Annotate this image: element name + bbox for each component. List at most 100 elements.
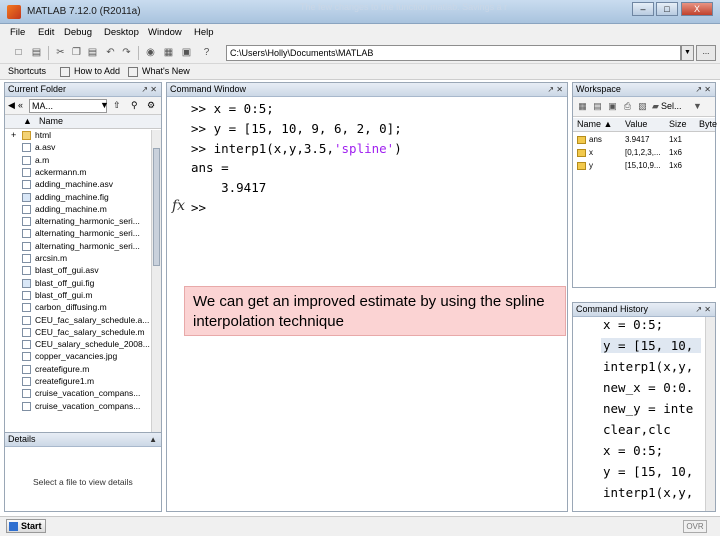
history-item[interactable]: new_x = 0:0. <box>603 380 693 395</box>
history-item[interactable]: y = [15, 10, <box>601 338 701 353</box>
command-prompt[interactable]: >> <box>191 200 206 215</box>
workspace-variable-row[interactable]: x [0,1,2,3,... 1x6 <box>573 147 715 159</box>
copy-icon[interactable]: ❐ <box>70 46 83 59</box>
back-arrow-icon[interactable]: ◀ <box>8 100 15 111</box>
name-column-header[interactable]: Name ▲ <box>577 119 612 129</box>
save-icon[interactable]: ▣ <box>606 100 619 113</box>
fx-icon[interactable]: fx <box>172 198 185 214</box>
name-column-header[interactable]: Name <box>39 116 63 126</box>
current-folder-path[interactable]: MA... <box>29 99 107 113</box>
file-list-item[interactable]: createfigure1.m <box>5 376 151 387</box>
current-directory-input[interactable]: C:\Users\Holly\Documents\MATLAB <box>226 45 681 61</box>
simulink-icon[interactable]: ◉ <box>144 46 157 59</box>
whats-new-link[interactable]: What's New <box>142 66 190 76</box>
file-list-item[interactable]: CEU_salary_schedule_2008... <box>5 339 151 350</box>
bytes-column-header[interactable]: Byte <box>699 119 717 129</box>
open-variable-icon[interactable]: ▤ <box>591 100 604 113</box>
redo-icon[interactable]: ↷ <box>120 46 133 59</box>
file-list-item[interactable]: carbon_diffusing.m <box>5 302 151 313</box>
sort-icon[interactable]: ▲ <box>23 116 32 126</box>
size-column-header[interactable]: Size <box>669 119 687 129</box>
file-name: blast_off_gui.fig <box>35 277 95 288</box>
file-list-item[interactable]: cruise_vacation_compans... <box>5 388 151 399</box>
panel-controls-icon[interactable]: ↗ ✕ <box>547 83 563 96</box>
file-list-item[interactable]: alternating_harmonic_seri... <box>5 228 151 239</box>
panel-controls-icon[interactable]: ↗ ✕ <box>695 83 711 96</box>
workspace-variable-row[interactable]: y [15,10,9... 1x6 <box>573 160 715 172</box>
history-item[interactable]: interp1(x,y, <box>603 485 693 500</box>
file-list-item[interactable]: blast_off_gui.asv <box>5 265 151 276</box>
new-file-icon[interactable]: □ <box>12 46 25 59</box>
file-list-item[interactable]: CEU_fac_salary_schedule.a... <box>5 315 151 326</box>
value-column-header[interactable]: Value <box>625 119 647 129</box>
file-list-item[interactable]: CEU_fac_salary_schedule.m <box>5 327 151 338</box>
maximize-button[interactable]: □ <box>656 2 678 16</box>
path-dropdown-icon[interactable]: ▼ <box>100 100 109 110</box>
cut-icon[interactable]: ✂ <box>54 46 67 59</box>
file-list-item[interactable]: blast_off_gui.m <box>5 290 151 301</box>
delete-icon[interactable]: ▧ <box>636 100 649 113</box>
history-item[interactable]: x = 0:5; <box>603 317 663 332</box>
file-list-item[interactable]: blast_off_gui.fig <box>5 278 151 289</box>
command-history-title: Command History <box>576 304 649 314</box>
double-chevron-icon[interactable]: « <box>18 100 23 110</box>
gear-icon[interactable]: ⚙ <box>147 100 155 111</box>
file-list-item[interactable]: ackermann.m <box>5 167 151 178</box>
menu-file[interactable]: File <box>10 27 25 38</box>
file-list-item[interactable]: adding_machine.fig <box>5 192 151 203</box>
select-dropdown-icon[interactable]: ▼ <box>691 100 704 113</box>
details-expand-icon[interactable]: ▲ <box>149 433 157 446</box>
file-list-item[interactable]: adding_machine.asv <box>5 179 151 190</box>
undo-icon[interactable]: ↶ <box>104 46 117 59</box>
history-item[interactable]: clear,clc <box>603 422 671 437</box>
command-history-panel: Command History ↗ ✕ x = 0:5; y = [15, 10,… <box>572 302 716 512</box>
file-name: html <box>35 130 52 140</box>
file-name: CEU_fac_salary_schedule.m <box>35 326 145 337</box>
up-folder-icon[interactable]: ⇧ <box>113 100 121 111</box>
command-prefix: >> <box>191 141 214 156</box>
history-item[interactable]: new_y = inte <box>603 401 693 416</box>
start-button[interactable]: Start <box>6 519 46 533</box>
file-icon <box>22 303 31 313</box>
menu-help[interactable]: Help <box>194 27 214 38</box>
menu-window[interactable]: Window <box>148 27 182 38</box>
history-item[interactable]: x = 0:5; <box>603 443 663 458</box>
panel-controls-icon[interactable]: ↗ ✕ <box>141 83 157 96</box>
help-icon[interactable]: ? <box>200 46 213 59</box>
file-list-item[interactable]: createfigure.m <box>5 364 151 375</box>
new-variable-icon[interactable]: ▦ <box>576 100 589 113</box>
browse-folder-button[interactable]: ... <box>696 45 716 61</box>
file-list-item[interactable]: copper_vacancies.jpg <box>5 351 151 362</box>
menu-debug[interactable]: Debug <box>64 27 92 38</box>
open-folder-icon[interactable]: ▤ <box>30 46 43 59</box>
file-list-item[interactable]: adding_machine.m <box>5 204 151 215</box>
close-button[interactable]: X <box>681 2 713 16</box>
file-list-item[interactable]: arcsin.m <box>5 253 151 264</box>
history-item[interactable]: y = [15, 10, <box>603 464 693 479</box>
file-list-item[interactable]: a.m <box>5 155 151 166</box>
menu-desktop[interactable]: Desktop <box>104 27 139 38</box>
panel-controls-icon[interactable]: ↗ ✕ <box>695 303 711 316</box>
search-icon[interactable]: ⚲ <box>131 100 138 111</box>
plot-select-dropdown[interactable]: Sel... <box>661 101 682 111</box>
file-list-item[interactable]: alternating_harmonic_seri... <box>5 216 151 227</box>
scrollbar-thumb[interactable] <box>153 148 160 266</box>
expand-icon[interactable]: + <box>11 130 16 141</box>
profiler-icon[interactable]: ▣ <box>180 46 193 59</box>
directory-dropdown-icon[interactable]: ▼ <box>681 45 694 61</box>
history-item[interactable]: interp1(x,y, <box>603 359 693 374</box>
minimize-button[interactable]: – <box>632 2 654 16</box>
workspace-variable-row[interactable]: ans 3.9417 1x1 <box>573 134 715 146</box>
history-scrollbar[interactable] <box>705 317 715 511</box>
paste-icon[interactable]: ▤ <box>86 46 99 59</box>
how-to-add-link[interactable]: How to Add <box>74 66 120 76</box>
file-name: arcsin.m <box>35 253 68 263</box>
guide-icon[interactable]: ▦ <box>162 46 175 59</box>
file-list-item[interactable]: + html <box>5 130 151 141</box>
file-list-item[interactable]: cruise_vacation_compans... <box>5 401 151 412</box>
print-icon[interactable]: ⎙ <box>621 100 634 113</box>
file-list-item[interactable]: alternating_harmonic_seri... <box>5 241 151 252</box>
shortcuts-menu[interactable]: Shortcuts <box>8 66 46 76</box>
file-list-item[interactable]: a.asv <box>5 142 151 153</box>
menu-edit[interactable]: Edit <box>38 27 54 38</box>
